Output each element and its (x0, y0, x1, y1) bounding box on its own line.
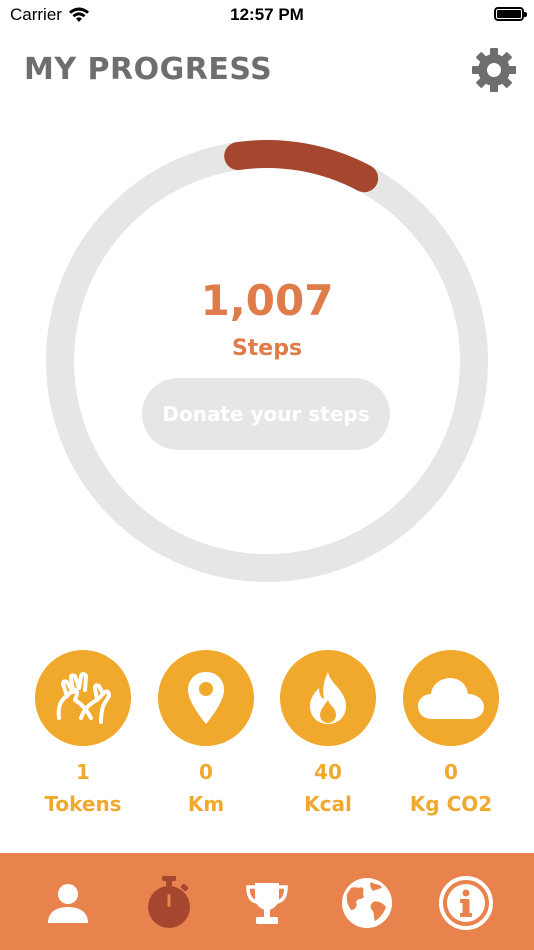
tab-profile[interactable] (38, 875, 98, 931)
stopwatch-icon (148, 876, 190, 928)
ring-track (46, 140, 488, 582)
stat-km: 0 Km (146, 650, 266, 816)
stat-tokens-badge (35, 650, 131, 746)
stat-km-value: 0 (199, 760, 213, 784)
gear-icon (472, 48, 516, 92)
stat-tokens-label: Tokens (44, 792, 122, 816)
tab-info[interactable] (436, 875, 496, 931)
page-title: MY PROGRESS (24, 52, 273, 87)
steps-label: Steps (231, 336, 303, 361)
stat-kcal-badge (280, 650, 376, 746)
stat-co2-badge (403, 650, 499, 746)
hands-icon (56, 672, 111, 724)
cloud-icon (418, 678, 484, 719)
steps-count: 1,007 (200, 276, 334, 325)
tab-globe[interactable] (337, 875, 397, 931)
ring-progress-arc (224, 140, 379, 193)
info-icon (439, 876, 493, 930)
stat-tokens: 1 Tokens (23, 650, 143, 816)
stat-km-label: Km (187, 792, 225, 816)
flame-icon (310, 672, 346, 724)
stat-co2: 0 Kg CO2 (391, 650, 511, 816)
donate-steps-button[interactable]: Donate your steps (142, 378, 390, 450)
settings-button[interactable] (470, 46, 518, 94)
tab-trophy[interactable] (237, 875, 297, 931)
location-pin-icon (188, 672, 224, 724)
tab-stopwatch[interactable] (139, 875, 199, 931)
stat-kcal-value: 40 (314, 760, 342, 784)
trophy-icon (246, 883, 288, 924)
stat-tokens-value: 1 (76, 760, 90, 784)
stat-co2-value: 0 (444, 760, 458, 784)
person-icon (48, 884, 88, 923)
stat-km-badge (158, 650, 254, 746)
status-time: 12:57 PM (230, 5, 304, 24)
tab-bar (0, 853, 534, 950)
battery-icon (494, 7, 527, 21)
stat-kcal: 40 Kcal (268, 650, 388, 816)
steps-progress-ring (46, 140, 488, 582)
globe-icon (342, 878, 392, 928)
stat-co2-label: Kg CO2 (409, 792, 493, 816)
status-bar: Carrier 12:57 PM (0, 0, 534, 32)
stat-kcal-label: Kcal (304, 792, 352, 816)
